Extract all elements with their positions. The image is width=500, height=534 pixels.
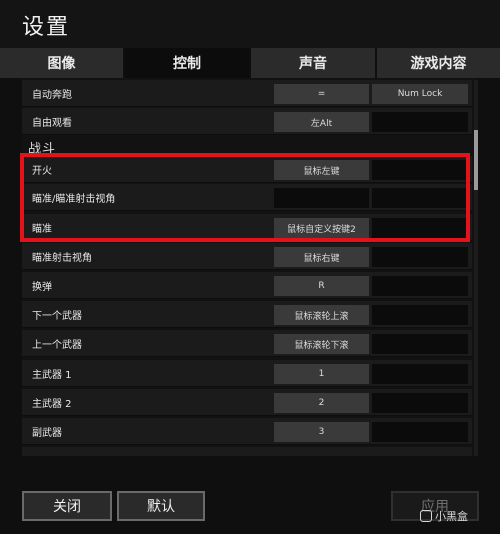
keybind-row-primary-weapon-2: 主武器 2 2 [22, 389, 472, 416]
secondary-key-slot[interactable] [372, 364, 468, 384]
keybind-label: 主武器 1 [32, 370, 72, 381]
primary-key-slot[interactable]: 鼠标滚轮下滚 [274, 334, 369, 354]
primary-key-slot[interactable] [274, 188, 369, 208]
primary-key-slot[interactable]: 鼠标滚轮上滚 [274, 305, 369, 325]
scrollbar-thumb[interactable] [474, 130, 478, 190]
primary-key-slot[interactable]: 鼠标左键 [274, 160, 369, 180]
keybind-row-fire: 开火 鼠标左键 [22, 156, 472, 183]
secondary-key-slot[interactable] [372, 188, 468, 208]
primary-key-slot[interactable]: 3 [274, 422, 369, 442]
keybind-row-next-weapon: 下一个武器 鼠标滚轮上滚 [22, 301, 472, 328]
keybind-row-primary-weapon-1: 主武器 1 1 [22, 360, 472, 387]
keybind-row-aim-shoot-view: 瞄准射击视角 鼠标右键 [22, 243, 472, 270]
tab-graphics[interactable]: 图像 [0, 48, 125, 78]
keybind-label: 下一个武器 [32, 311, 82, 322]
tab-game-content[interactable]: 游戏内容 [377, 48, 500, 78]
keybind-row-aim: 瞄准 鼠标自定义按键2 [22, 214, 472, 241]
keybind-label: 开火 [32, 166, 52, 177]
section-heading-combat: 战斗 [28, 142, 57, 157]
tab-controls[interactable]: 控制 [125, 48, 251, 78]
keybind-label: 换弹 [32, 282, 52, 293]
keybind-row-free-look: 自由观看 左Alt [22, 108, 472, 135]
primary-key-slot[interactable]: 2 [274, 393, 369, 413]
primary-key-slot[interactable]: = [274, 84, 369, 104]
primary-key-slot[interactable]: 左Alt [274, 112, 369, 132]
secondary-key-slot[interactable] [372, 393, 468, 413]
tab-bar: 图像 控制 声音 游戏内容 [0, 48, 500, 78]
primary-key-slot[interactable]: 鼠标自定义按键2 [274, 218, 369, 238]
primary-key-slot[interactable]: 1 [274, 364, 369, 384]
secondary-key-slot[interactable] [372, 247, 468, 267]
keybind-label: 瞄准射击视角 [32, 253, 92, 264]
secondary-key-slot[interactable] [372, 112, 468, 132]
tab-sound[interactable]: 声音 [251, 48, 377, 78]
watermark-text: 小黑盒 [435, 510, 468, 523]
keybind-label: 副武器 [32, 428, 62, 439]
title-bar: 设置 [0, 0, 500, 48]
secondary-key-slot[interactable]: Num Lock [372, 84, 468, 104]
keybind-row-partial [22, 447, 472, 456]
keybind-row-auto-run: 自动奔跑 = Num Lock [22, 80, 472, 107]
secondary-key-slot[interactable] [372, 218, 468, 238]
secondary-key-slot[interactable] [372, 305, 468, 325]
keybind-label: 自由观看 [32, 118, 72, 129]
keybind-row-aim-view: 瞄准/瞄准射击视角 [22, 184, 472, 211]
secondary-key-slot[interactable] [372, 160, 468, 180]
window-title: 设置 [22, 15, 71, 40]
scrollbar[interactable] [474, 80, 478, 456]
keybind-label: 瞄准 [32, 224, 52, 235]
secondary-key-slot[interactable] [372, 422, 468, 442]
keybind-row-secondary-weapon: 副武器 3 [22, 418, 472, 445]
keybind-label: 自动奔跑 [32, 90, 72, 101]
primary-key-slot[interactable]: R [274, 276, 369, 296]
close-button[interactable]: 关闭 [22, 491, 112, 521]
default-button[interactable]: 默认 [117, 491, 205, 521]
keybind-row-prev-weapon: 上一个武器 鼠标滚轮下滚 [22, 330, 472, 357]
secondary-key-slot[interactable] [372, 334, 468, 354]
keybind-label: 主武器 2 [32, 399, 72, 410]
keybinding-list: 自动奔跑 = Num Lock 自由观看 左Alt 战斗 开火 鼠标左键 瞄准/… [22, 78, 474, 456]
watermark: 小黑盒 [420, 508, 468, 524]
keybind-row-reload: 换弹 R [22, 272, 472, 299]
secondary-key-slot[interactable] [372, 276, 468, 296]
xiaoheihe-logo-icon [420, 510, 432, 522]
keybind-label: 瞄准/瞄准射击视角 [32, 194, 116, 205]
primary-key-slot[interactable]: 鼠标右键 [274, 247, 369, 267]
keybind-label: 上一个武器 [32, 340, 82, 351]
